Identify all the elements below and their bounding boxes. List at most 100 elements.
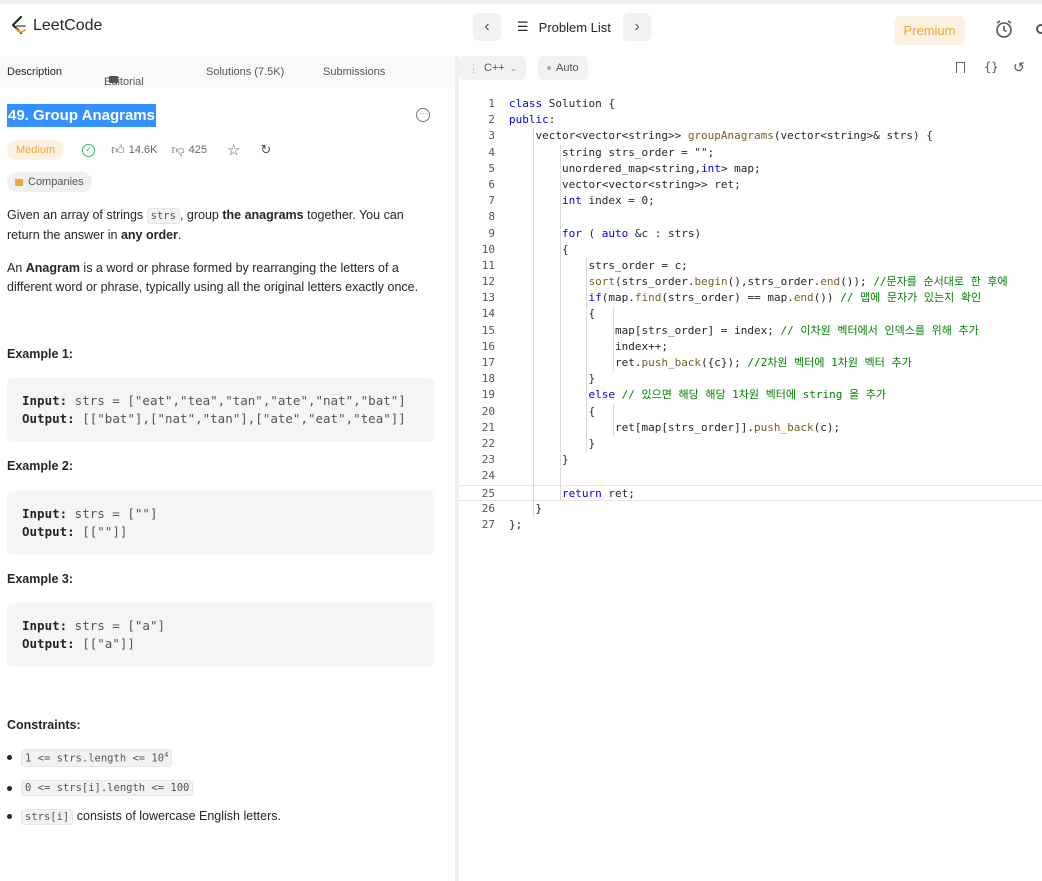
companies-tag[interactable]: Companies xyxy=(7,172,92,192)
code-area[interactable]: 1 class Solution {2 public: 3 vector<vector… xyxy=(459,96,1042,533)
line-content: unordered_map<string,int> map; xyxy=(509,161,761,175)
output-label: Output: xyxy=(22,524,75,539)
example-2-box: Input: strs = [""] Output: [[""]] xyxy=(7,491,434,555)
code-line[interactable]: 22 } xyxy=(459,436,1042,452)
line-number: 24 xyxy=(481,469,495,483)
code-line[interactable]: 6 vector<vector<string>> ret; xyxy=(459,177,1042,193)
example-input: strs = ["a"] xyxy=(67,618,165,633)
example-1-box: Input: strs = ["eat","tea","tan","ate","… xyxy=(7,378,434,442)
code-line[interactable]: 11 strs_order = c; xyxy=(459,258,1042,274)
code-line[interactable]: 1 class Solution { xyxy=(459,96,1042,112)
code-line[interactable]: 19 else // 있으면 해당 해당 1차원 벡터에 string 을 추가 xyxy=(459,387,1042,403)
desc-bold: the anagrams xyxy=(222,208,304,222)
constraint-item: 0 <= strs[i].length <= 100 xyxy=(7,780,194,796)
line-number: 18 xyxy=(481,372,495,386)
desc-text: An xyxy=(7,261,26,275)
line-content: vector<vector<string>> ret; xyxy=(509,177,741,191)
problem-title[interactable]: 49. Group Anagrams xyxy=(7,104,156,127)
indent-guide xyxy=(612,306,614,372)
line-content: public: xyxy=(509,113,556,127)
line-number: 14 xyxy=(481,307,495,321)
desc-bold: Anagram xyxy=(25,261,80,275)
code-line[interactable]: 17 ret.push_back({c}); //2차원 벡터에 1차원 벡터 … xyxy=(459,355,1042,371)
indent-guide xyxy=(586,258,588,453)
dislike-button[interactable]: 👎︎ 425 xyxy=(171,142,207,158)
code-line[interactable]: 27}; xyxy=(459,517,1042,533)
code-line[interactable]: 14 { xyxy=(459,306,1042,322)
desc-text: , group xyxy=(179,208,223,222)
code-line[interactable]: 12 sort(strs_order.begin(),strs_order.en… xyxy=(459,274,1042,290)
line-number: 22 xyxy=(481,436,495,450)
profile-avatar[interactable] xyxy=(1036,24,1042,34)
code-line[interactable]: 23 } xyxy=(459,452,1042,468)
like-count: 14.6K xyxy=(128,144,158,156)
code-line[interactable]: 8 xyxy=(459,209,1042,225)
output-label: Output: xyxy=(22,636,75,651)
code-line[interactable]: 16 index++; xyxy=(459,339,1042,355)
code-line[interactable]: 13 if(map.find(strs_order) == map.end())… xyxy=(459,290,1042,306)
code-line[interactable]: 10 { xyxy=(459,242,1042,258)
dislike-count: 425 xyxy=(188,144,208,156)
more-options-icon[interactable]: ··· xyxy=(416,108,430,122)
language-select[interactable]: ⋮ C++ ⌄ xyxy=(459,56,527,80)
desc-text: together. You can xyxy=(303,208,404,222)
thumbs-up-icon: 👍︎ xyxy=(111,142,125,157)
code-line[interactable]: 25 return ret; xyxy=(459,484,1042,501)
code-line[interactable]: 9 for ( auto &c : strs) xyxy=(459,226,1042,242)
desc-bold: any order xyxy=(120,228,178,242)
line-content: if(map.find(strs_order) == map.end()) //… xyxy=(588,291,982,305)
alarm-clock-icon[interactable] xyxy=(994,19,1014,44)
code-line[interactable]: 24 xyxy=(459,468,1042,484)
example-2-heading: Example 2: xyxy=(7,459,74,473)
code-line[interactable]: 20 { xyxy=(459,404,1042,420)
line-number: 21 xyxy=(481,420,495,434)
constraint-item: strs[i] consists of lowercase English le… xyxy=(7,809,281,825)
inline-code: strs xyxy=(146,208,180,224)
line-content: }; xyxy=(509,517,523,531)
code-line[interactable]: 26 } xyxy=(459,501,1042,517)
problem-list-label: Problem List xyxy=(538,19,611,35)
indent-guide xyxy=(533,128,535,518)
line-content: else // 있으면 해당 해당 1차원 벡터에 string 을 추가 xyxy=(588,388,886,402)
star-icon[interactable]: ☆ xyxy=(227,141,240,159)
next-problem-button[interactable]: › xyxy=(623,13,651,41)
tab-submissions[interactable]: Submissions xyxy=(323,66,385,78)
reset-icon[interactable]: ↺ xyxy=(1013,59,1025,76)
bookmark-icon[interactable] xyxy=(956,62,965,73)
line-number: 13 xyxy=(481,291,495,305)
constraint-code: 0 <= strs[i].length <= 100 xyxy=(21,780,194,796)
constraint-text: 1 <= strs.length <= 10 xyxy=(25,752,165,765)
code-line[interactable]: 3 vector<vector<string>> groupAnagrams(v… xyxy=(459,128,1042,144)
share-icon[interactable]: ↻ xyxy=(260,142,271,158)
line-content: int index = 0; xyxy=(561,194,655,208)
problem-list-button[interactable]: ☰ Problem List xyxy=(517,19,611,35)
solved-check-icon: ✓ xyxy=(82,143,96,157)
code-line[interactable]: 4 string strs_order = ""; xyxy=(459,145,1042,161)
example-3-heading: Example 3: xyxy=(7,572,74,586)
line-number: 25 xyxy=(481,486,495,500)
constraint-code: 1 <= strs.length <= 104 xyxy=(21,749,173,767)
chevron-down-icon: ⌄ xyxy=(509,62,518,73)
code-line[interactable]: 15 map[strs_order] = index; // 이차원 벡터에서 … xyxy=(459,323,1042,339)
code-line[interactable]: 5 unordered_map<string,int> map; xyxy=(459,161,1042,177)
logo[interactable]: LeetCode xyxy=(10,16,102,36)
code-line[interactable]: 18 } xyxy=(459,371,1042,387)
braces-icon[interactable]: {} xyxy=(984,60,998,74)
logo-text: LeetCode xyxy=(33,17,103,34)
input-label: Input: xyxy=(22,393,68,408)
code-line[interactable]: 21 ret[map[strs_order]].push_back(c); xyxy=(459,420,1042,436)
line-number: 1 xyxy=(488,97,495,110)
tab-solutions[interactable]: Solutions (7.5K) xyxy=(206,66,284,78)
auto-mode-toggle[interactable]: Auto xyxy=(538,56,588,80)
example-output: [["bat"],["nat","tan"],["ate","eat","tea… xyxy=(74,411,406,426)
like-button[interactable]: 👍︎ 14.6K xyxy=(111,142,157,158)
left-tabs: Description Editorial Solutions (7.5K) S… xyxy=(0,56,455,88)
line-content: return ret; xyxy=(561,486,635,500)
premium-button[interactable]: Premium xyxy=(894,16,965,45)
prev-problem-button[interactable]: ‹ xyxy=(473,13,501,41)
code-line[interactable]: 7 int index = 0; xyxy=(459,193,1042,209)
indent-guide xyxy=(612,403,614,437)
tab-description[interactable]: Description xyxy=(7,66,62,78)
example-output: [["a"]] xyxy=(74,636,135,651)
code-line[interactable]: 2 public: xyxy=(459,112,1042,128)
